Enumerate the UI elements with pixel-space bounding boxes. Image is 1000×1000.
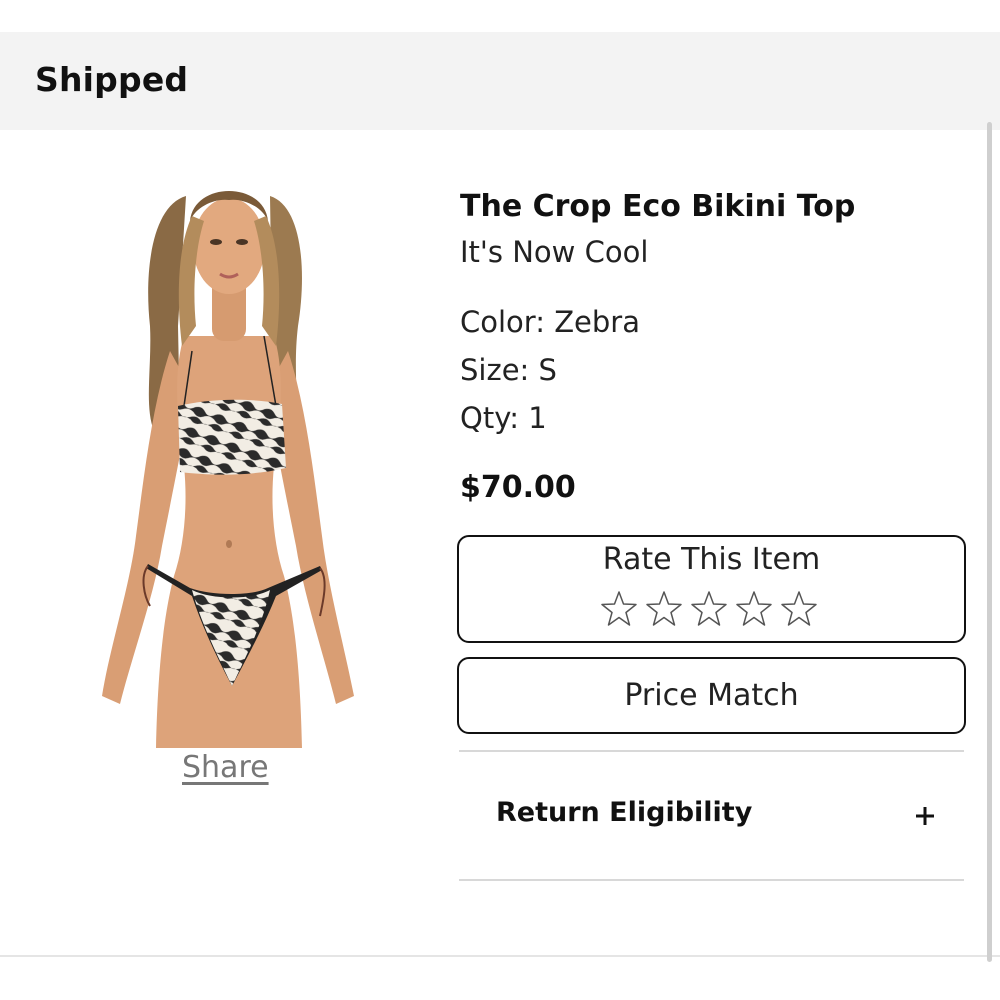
star-rating[interactable] (599, 589, 819, 629)
product-quantity: Qty: 1 (460, 401, 547, 435)
star-icon[interactable] (734, 589, 774, 629)
section-bottom-border (0, 955, 1000, 957)
product-color: Color: Zebra (460, 305, 641, 339)
star-icon[interactable] (779, 589, 819, 629)
product-brand[interactable]: It's Now Cool (460, 235, 648, 269)
price-match-button[interactable]: Price Match (457, 657, 966, 734)
divider (459, 879, 964, 881)
product-size: Size: S (460, 353, 557, 387)
return-eligibility-label: Return Eligibility (496, 797, 753, 828)
product-name[interactable]: The Crop Eco Bikini Top (460, 189, 855, 224)
order-status-title: Shipped (35, 60, 189, 99)
order-item-page: Shipped Share The Crop Eco Bikini Top It… (0, 0, 1000, 1000)
product-image[interactable] (92, 176, 364, 748)
plus-icon[interactable] (913, 804, 937, 828)
star-icon[interactable] (599, 589, 639, 629)
star-icon[interactable] (689, 589, 729, 629)
star-icon[interactable] (644, 589, 684, 629)
return-eligibility-toggle[interactable]: Return Eligibility (459, 752, 964, 879)
scrollbar[interactable] (987, 122, 992, 962)
share-link[interactable]: Share (182, 750, 269, 785)
rate-item-box: Rate This Item (457, 535, 966, 643)
rate-item-label: Rate This Item (602, 542, 821, 577)
product-price: $70.00 (460, 470, 576, 505)
